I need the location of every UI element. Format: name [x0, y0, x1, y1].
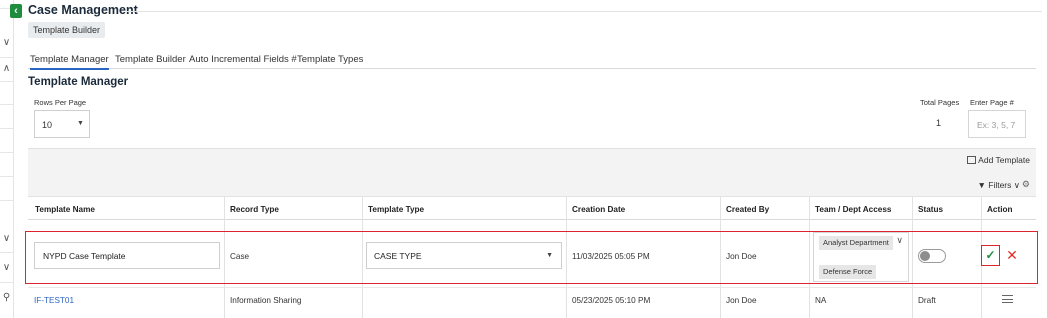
status-cell: Draft — [918, 296, 936, 305]
add-template-label: Add Template — [978, 155, 1030, 165]
status-toggle[interactable] — [918, 249, 946, 263]
sidebar-divider — [0, 176, 14, 177]
created-by-cell: Jon Doe — [726, 296, 757, 305]
template-type-value: CASE TYPE — [374, 251, 422, 261]
tab-template-manager[interactable]: Template Manager — [30, 54, 109, 70]
column-header-creation-date[interactable]: Creation Date — [572, 205, 625, 214]
row-divider — [28, 287, 1036, 288]
column-header-team-access[interactable]: Team / Dept Access — [815, 205, 891, 214]
rows-per-page-value: 10 — [42, 120, 53, 130]
sidebar-divider — [0, 57, 14, 58]
caret-down-icon: ▼ — [546, 252, 553, 259]
column-header-record-type[interactable]: Record Type — [230, 205, 279, 214]
chevron-down-icon[interactable]: ∨ — [1, 233, 12, 244]
table-toolbar: Add Template ▼ Filters ∨ ⚙ — [28, 148, 1036, 197]
column-header-created-by[interactable]: Created By — [726, 205, 769, 214]
tab-template-types[interactable]: Template Types — [297, 54, 363, 65]
column-divider — [720, 197, 721, 318]
sidebar-divider — [0, 104, 14, 105]
rows-per-page-label: Rows Per Page — [34, 98, 87, 107]
rows-per-page-select[interactable]: 10 ▼ — [34, 110, 90, 138]
sidebar-divider — [0, 81, 14, 82]
template-name-input[interactable]: NYPD Case Template — [34, 242, 220, 269]
creation-date-cell: 11/03/2025 05:05 PM — [572, 252, 650, 261]
templates-table: Template Name Record Type Template Type … — [28, 197, 1036, 318]
sidebar-divider — [0, 152, 14, 153]
total-pages-value: 1 — [936, 118, 942, 128]
sidebar-divider — [0, 282, 14, 283]
column-divider — [224, 197, 225, 318]
chevron-down-icon[interactable]: ∨ — [1, 262, 12, 273]
created-by-cell: Jon Doe — [726, 252, 757, 261]
save-row-button[interactable]: ✓ — [981, 245, 1000, 266]
row-menu-icon[interactable] — [1002, 295, 1013, 306]
check-icon: ✓ — [985, 248, 996, 262]
collapse-sidebar-button[interactable]: ‹ — [10, 4, 22, 18]
team-chip[interactable]: Defense Force — [819, 265, 877, 279]
record-type-cell: Information Sharing — [230, 296, 302, 305]
column-divider — [809, 197, 810, 318]
template-name-link[interactable]: IF-TEST01 — [34, 296, 74, 305]
column-header-action: Action — [987, 205, 1013, 214]
left-sidebar: ∨ ∧ ∨ ∨ ⚲ — [0, 0, 14, 318]
cancel-row-button[interactable]: ✕ — [1005, 246, 1019, 264]
close-icon: ✕ — [1006, 247, 1018, 263]
section-title: Template Manager — [28, 76, 129, 88]
column-header-template-name[interactable]: Template Name — [35, 205, 95, 214]
table-header: Template Name Record Type Template Type … — [28, 197, 1036, 220]
sidebar-divider — [0, 128, 14, 129]
caret-down-icon: ▼ — [77, 120, 84, 127]
add-template-icon — [967, 156, 977, 164]
tab-bar: Template Manager Template Builder Auto I… — [28, 50, 1036, 70]
column-divider — [362, 197, 363, 318]
pin-icon[interactable]: ⚲ — [1, 292, 12, 303]
add-template-button[interactable]: Add Template — [967, 155, 1030, 165]
team-access-cell: NA — [815, 296, 827, 305]
title-divider — [126, 11, 1042, 12]
gear-icon[interactable]: ⚙ — [1022, 179, 1030, 190]
chevron-up-icon[interactable]: ∧ — [1, 63, 12, 74]
template-type-select[interactable]: CASE TYPE ▼ — [366, 242, 562, 269]
column-divider — [566, 197, 567, 318]
filter-icon: ▼ — [977, 180, 986, 190]
filters-button[interactable]: ▼ Filters ∨ — [977, 180, 1020, 191]
team-chip[interactable]: Analyst Department — [819, 236, 893, 250]
creation-date-cell: 05/23/2025 05:10 PM — [572, 296, 651, 305]
enter-page-input[interactable]: Ex: 3, 5, 7 — [968, 110, 1026, 138]
tab-auto-incremental-fields[interactable]: Auto Incremental Fields # — [189, 54, 297, 65]
team-access-multiselect[interactable]: Analyst Department Defense Force ∨ — [813, 232, 909, 282]
page-title: Case Management — [28, 3, 138, 17]
record-type-cell: Case — [230, 252, 250, 261]
column-header-status[interactable]: Status — [918, 205, 943, 214]
chevron-down-icon: ∨ — [1013, 180, 1020, 190]
toggle-knob — [920, 251, 930, 261]
tab-template-builder[interactable]: Template Builder — [115, 54, 186, 65]
sidebar-divider — [0, 200, 14, 201]
enter-page-label: Enter Page # — [970, 98, 1014, 107]
breadcrumb[interactable]: Template Builder — [28, 22, 106, 38]
column-header-template-type[interactable]: Template Type — [368, 205, 424, 214]
chevron-down-icon[interactable]: ∨ — [1, 37, 12, 48]
filters-label: Filters — [988, 180, 1012, 190]
chevron-down-icon: ∨ — [896, 235, 903, 245]
sidebar-divider — [0, 252, 14, 253]
column-divider — [912, 197, 913, 318]
total-pages-label: Total Pages — [920, 98, 960, 107]
